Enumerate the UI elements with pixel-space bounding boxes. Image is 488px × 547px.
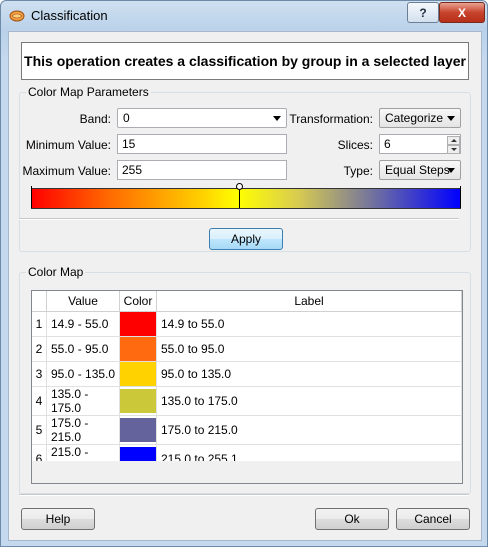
color-swatch[interactable] <box>120 418 156 442</box>
row-number: 2 <box>32 336 47 362</box>
chevron-down-icon <box>447 116 455 121</box>
value-cell[interactable]: 55.0 - 95.0 <box>46 336 120 362</box>
color-cell[interactable] <box>119 415 157 445</box>
color-cell[interactable] <box>119 336 157 362</box>
ramp-handle-middle-knob[interactable] <box>236 183 243 190</box>
color-swatch[interactable] <box>120 362 156 386</box>
ramp-handle-left[interactable] <box>31 186 32 208</box>
color-column-header[interactable]: Color <box>119 291 157 312</box>
row-number: 4 <box>32 386 47 416</box>
color-cell[interactable] <box>119 361 157 387</box>
label-cell[interactable]: 175.0 to 215.0 <box>156 415 462 445</box>
apply-button[interactable]: Apply <box>209 228 283 250</box>
value-cell[interactable]: 14.9 - 55.0 <box>46 311 120 337</box>
color-ramp-editor[interactable] <box>31 183 461 210</box>
color-map-title: Color Map <box>26 265 86 279</box>
label-cell[interactable]: 55.0 to 95.0 <box>156 336 462 362</box>
color-cell[interactable] <box>119 386 157 416</box>
footer-separator <box>19 494 469 496</box>
color-swatch[interactable] <box>120 389 156 413</box>
maximum-value-input[interactable] <box>118 161 286 179</box>
table-header: Value Color Label <box>32 291 462 312</box>
classification-dialog: Classification ? X This operation create… <box>0 0 488 547</box>
table-empty-area <box>32 461 462 483</box>
minimum-value-input[interactable] <box>118 135 286 153</box>
dialog-body: This operation creates a classification … <box>8 31 482 541</box>
color-map-parameters-title: Color Map Parameters <box>26 85 151 99</box>
table-row[interactable]: 3 95.0 - 135.0 95.0 to 135.0 <box>32 361 462 387</box>
color-swatch[interactable] <box>120 337 156 361</box>
chevron-down-icon <box>447 168 455 173</box>
table-row[interactable]: 4 135.0 - 175.0 135.0 to 175.0 <box>32 386 462 416</box>
label-column-header[interactable]: Label <box>156 291 462 312</box>
slices-label: Slices: <box>337 138 373 152</box>
maximum-value-field[interactable] <box>117 160 287 180</box>
maximum-value-label: Maximum Value: <box>22 164 111 178</box>
color-map-table[interactable]: Value Color Label 1 14.9 - 55.0 14.9 to 55… <box>31 290 463 484</box>
transformation-combo[interactable]: Categorize <box>379 108 461 128</box>
row-number: 1 <box>32 311 47 337</box>
table-row[interactable]: 5 175.0 - 215.0 175.0 to 215.0 <box>32 415 462 445</box>
label-cell[interactable]: 135.0 to 175.0 <box>156 386 462 416</box>
label-cell[interactable]: 14.9 to 55.0 <box>156 311 462 337</box>
minimum-value-field[interactable] <box>117 134 287 154</box>
transformation-value: Categorize <box>385 111 444 125</box>
ramp-handle-right[interactable] <box>460 186 461 208</box>
spin-up-icon[interactable] <box>447 136 460 145</box>
spin-down-icon[interactable] <box>447 145 460 154</box>
type-label: Type: <box>343 164 373 178</box>
minimum-value-label: Minimum Value: <box>25 138 111 152</box>
row-number: 3 <box>32 361 47 387</box>
slices-input[interactable] <box>380 135 444 153</box>
ok-button[interactable]: Ok <box>315 508 389 530</box>
title-bar[interactable]: Classification ? X <box>1 1 487 31</box>
row-number-header <box>32 291 47 312</box>
band-combo[interactable]: 0 <box>117 108 287 128</box>
color-swatch[interactable] <box>120 312 156 336</box>
slices-spinbox[interactable] <box>379 134 461 154</box>
row-number: 5 <box>32 415 47 445</box>
classification-app-icon <box>9 10 25 22</box>
color-ramp-bar[interactable] <box>31 188 461 209</box>
type-value: Equal Steps <box>385 163 450 177</box>
close-button[interactable]: X <box>439 2 485 23</box>
table-row[interactable]: 2 55.0 - 95.0 55.0 to 95.0 <box>32 336 462 362</box>
value-cell[interactable]: 135.0 - 175.0 <box>46 386 120 416</box>
description-banner: This operation creates a classification … <box>21 42 469 80</box>
value-cell[interactable]: 175.0 - 215.0 <box>46 415 120 445</box>
band-label: Band: <box>79 112 111 126</box>
table-row[interactable]: 1 14.9 - 55.0 14.9 to 55.0 <box>32 311 462 337</box>
params-separator <box>19 218 459 220</box>
help-title-button[interactable]: ? <box>407 2 439 23</box>
help-button[interactable]: Help <box>21 508 95 530</box>
band-value: 0 <box>123 111 130 125</box>
transformation-label: Transformation: <box>289 112 373 126</box>
cancel-button[interactable]: Cancel <box>396 508 470 530</box>
value-cell[interactable]: 95.0 - 135.0 <box>46 361 120 387</box>
type-combo[interactable]: Equal Steps <box>379 160 461 180</box>
color-cell[interactable] <box>119 311 157 337</box>
value-column-header[interactable]: Value <box>46 291 120 312</box>
window-title: Classification <box>31 8 108 23</box>
label-cell[interactable]: 95.0 to 135.0 <box>156 361 462 387</box>
